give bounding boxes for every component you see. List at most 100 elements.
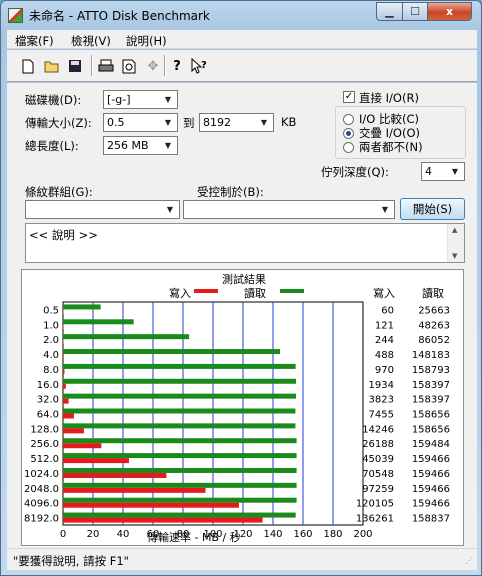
y-tick-label: 512.0 — [30, 454, 59, 465]
y-tick-label: 16.0 — [37, 380, 59, 391]
total-length-select[interactable]: 256 MB ▼ — [103, 136, 178, 155]
chevron-down-icon: ▼ — [381, 205, 389, 214]
y-tick-label: 8.0 — [43, 365, 59, 376]
help-icon[interactable]: ? — [168, 57, 186, 75]
stripe-group-select[interactable]: ▼ — [25, 200, 180, 219]
save-icon[interactable] — [66, 57, 84, 75]
read-bar — [63, 349, 281, 355]
y-tick-label: 2048.0 — [24, 484, 59, 495]
description-textarea[interactable]: << 說明 >> ▲ ▼ — [25, 223, 465, 263]
write-value: 7455 — [369, 410, 394, 421]
transfer-from-select[interactable]: 0.5 ▼ — [103, 113, 178, 132]
queue-depth-value: 4 — [425, 165, 432, 178]
transfer-to-select[interactable]: 8192 ▼ — [199, 113, 274, 132]
maximize-button[interactable]: ☐ — [402, 2, 428, 21]
transfer-to-label: 到 — [183, 116, 195, 130]
y-tick-label: 2.0 — [43, 335, 59, 346]
x-tick-label: 20 — [87, 529, 100, 540]
neither-radio[interactable] — [343, 142, 354, 153]
menu-file[interactable]: 檔案(F) — [15, 33, 54, 49]
description-scrollbar[interactable]: ▲ ▼ — [447, 224, 464, 262]
new-icon[interactable] — [19, 57, 37, 75]
menu-help[interactable]: 說明(H) — [126, 33, 167, 49]
transfer-to-value: 8192 — [203, 116, 231, 129]
queue-depth-label: 佇列深度(Q): — [321, 165, 389, 179]
title-bar[interactable]: 未命名 - ATTO Disk Benchmark ▁ ☐ x — [1, 1, 481, 29]
read-bar — [63, 393, 297, 399]
read-bar — [63, 497, 297, 503]
app-icon[interactable] — [8, 8, 23, 23]
controlled-by-select[interactable]: ▼ — [183, 200, 395, 219]
drive-select[interactable]: [-g-] ▼ — [103, 90, 178, 109]
read-bar — [63, 408, 296, 414]
queue-depth-select[interactable]: 4 ▼ — [421, 162, 465, 181]
read-bar — [63, 423, 296, 429]
legend-read-label: 讀取 — [244, 286, 266, 300]
x-tick-label: 200 — [353, 529, 372, 540]
overlap-io-radio[interactable] — [343, 128, 354, 139]
print-icon[interactable] — [97, 57, 115, 75]
scroll-up-icon[interactable]: ▲ — [452, 226, 457, 234]
write-value: 136261 — [356, 514, 394, 525]
y-tick-label: 128.0 — [30, 424, 59, 435]
x-tick-label: 140 — [263, 529, 282, 540]
chevron-down-icon: ▼ — [166, 205, 174, 214]
write-bar — [63, 309, 64, 315]
write-bar — [63, 354, 64, 360]
read-column-header: 讀取 — [422, 286, 444, 300]
resize-grip-icon[interactable]: ⋰ — [465, 556, 473, 565]
drive-value: [-g-] — [107, 93, 131, 106]
write-value: 120105 — [356, 499, 394, 510]
x-tick-label: 120 — [233, 529, 252, 540]
toolbar-separator — [164, 55, 166, 76]
read-value: 158397 — [412, 395, 450, 406]
io-compare-radio[interactable] — [343, 114, 354, 125]
read-bar — [63, 334, 190, 340]
direct-io-checkbox[interactable]: ✓ — [343, 91, 355, 103]
read-bar — [63, 453, 297, 459]
results-chart-panel: 測試結果 寫入 讀取 寫入 讀取 傳輸速率 - MB / 秒 0 20 40 60 80… — [21, 269, 464, 546]
app-window: 未命名 - ATTO Disk Benchmark ▁ ☐ x 檔案(F) 檢視… — [0, 0, 482, 576]
write-bar — [63, 428, 84, 434]
read-value: 158837 — [412, 514, 450, 525]
chevron-down-icon: ▼ — [164, 95, 172, 104]
context-help-icon[interactable]: ? — [190, 57, 208, 75]
write-value: 121 — [375, 320, 394, 331]
scroll-down-icon[interactable]: ▼ — [452, 252, 457, 260]
read-bar — [63, 512, 296, 518]
write-bar — [63, 368, 65, 374]
read-value: 159466 — [412, 499, 450, 510]
transfer-size-label: 傳輸大小(Z): — [25, 116, 92, 130]
close-button[interactable]: x — [427, 2, 472, 21]
read-value: 159466 — [412, 469, 450, 480]
maximize-icon: ☐ — [410, 5, 420, 18]
direct-io-label: 直接 I/O(R) — [359, 91, 419, 105]
minimize-button[interactable]: ▁ — [376, 2, 403, 21]
x-tick-label: 0 — [60, 529, 66, 540]
read-value: 159466 — [412, 484, 450, 495]
y-tick-label: 4096.0 — [24, 499, 59, 510]
x-tick-label: 80 — [177, 529, 190, 540]
y-tick-label: 1024.0 — [24, 469, 59, 480]
start-button[interactable]: 開始(S) — [400, 198, 465, 220]
read-value: 48263 — [418, 320, 450, 331]
open-icon[interactable] — [43, 57, 61, 75]
read-value: 159484 — [412, 439, 450, 450]
window-title: 未命名 - ATTO Disk Benchmark — [29, 9, 210, 23]
y-tick-label: 1.0 — [43, 320, 59, 331]
legend-write-swatch — [194, 289, 218, 293]
y-tick-label: 4.0 — [43, 350, 59, 361]
stripe-group-label: 條紋群組(G): — [25, 185, 93, 199]
svg-text:?: ? — [201, 60, 207, 71]
move-icon[interactable]: ✥ — [144, 57, 162, 75]
menu-view[interactable]: 檢視(V) — [71, 33, 111, 49]
neither-label: 兩者都不(N) — [359, 140, 423, 154]
read-bar — [63, 482, 297, 488]
toolbar: ✥ ? ? — [7, 50, 477, 82]
x-tick-label: 100 — [203, 529, 222, 540]
total-length-value: 256 MB — [107, 139, 149, 152]
write-column-header: 寫入 — [373, 286, 395, 300]
write-value: 1934 — [369, 380, 394, 391]
print-preview-icon[interactable] — [120, 57, 138, 75]
read-bar — [63, 467, 297, 473]
